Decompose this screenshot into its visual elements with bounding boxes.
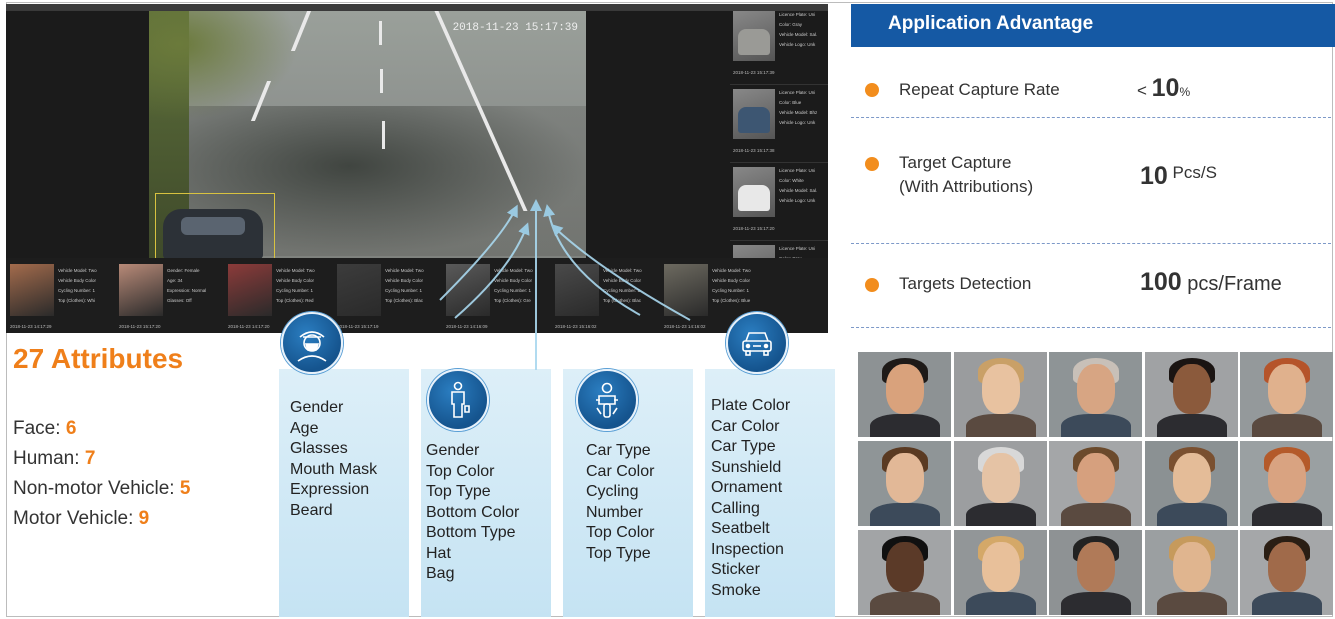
car-front-icon	[726, 312, 788, 374]
target-capture-item[interactable]: Vehicle Model: Two Vehicle Body Color Cycl…	[553, 262, 657, 332]
divider	[851, 327, 1331, 328]
capture-info: Vehicle Model: Two Vehicle Body Color Cycl…	[603, 268, 642, 303]
target-capture-item[interactable]: Vehicle Model: Two Vehicle Body Color Cycl…	[335, 262, 439, 332]
video-monitor: 2018-11-23 15:17:39 Licence Plate: Uni Co…	[6, 4, 828, 333]
vehicle-thumbnail	[733, 167, 775, 217]
advantage-row-repeat-capture: Repeat Capture Rate < 10%	[851, 70, 1331, 115]
capture-time: 2018-11-23 14:16:02	[664, 324, 706, 329]
human-body-icon	[427, 369, 489, 431]
capture-time: 2018-11-23 15:17:20	[119, 324, 161, 329]
attribute-count-motor: Motor Vehicle: 9	[13, 508, 150, 529]
advantage-row-targets-detection: Targets Detection 100 pcs/Frame	[851, 268, 1331, 308]
advantage-title: Application Advantage	[888, 13, 1094, 34]
target-thumbnail	[119, 264, 163, 316]
vehicle-thumbnail	[733, 11, 775, 61]
face-photo	[1144, 530, 1238, 615]
motor-attribute-list: Plate Color Car Color Car Type Sunshield Or…	[711, 397, 791, 599]
face-photo	[1240, 530, 1333, 615]
capture-time: 2018-11-23 15:17:19	[337, 324, 379, 329]
vehicle-capture-item[interactable]: Licence Plate: Uni Color: Blue Vehicle Mod…	[730, 86, 828, 163]
capture-info: Vehicle Model: Two Vehicle Body Color Cycl…	[385, 268, 424, 303]
advantage-label: Target Capture (With Attributions)	[899, 153, 1034, 196]
non-motor-attribute-list: Car Type Car Color Cycling Number Top Color…	[586, 442, 655, 562]
capture-info: Vehicle Model: Two Vehicle Body Color Cycl…	[494, 268, 533, 303]
face-photo	[1049, 352, 1142, 437]
attribute-count-human: Human: 7	[13, 448, 96, 469]
face-photo	[1240, 441, 1333, 526]
attributes-title: 27 Attributes	[13, 343, 184, 374]
human-attribute-list: Gender Top Color Top Type Bottom Color Bott…	[426, 442, 520, 582]
capture-time: 2018-11-23 14:16:09	[446, 324, 488, 329]
bullet-dot	[865, 83, 879, 97]
capture-info: Gender: Female Age: 34 Expression: Normal G…	[167, 268, 207, 303]
capture-info: Licence Plate: UniColor: GrayVehicle Mod…	[779, 12, 818, 47]
motorcycle-rider-icon	[576, 369, 638, 431]
divider	[851, 243, 1331, 244]
face-photo	[953, 352, 1047, 437]
capture-time: 2018-11-23 15:17:39	[733, 70, 775, 75]
detection-box	[155, 193, 275, 258]
target-thumbnail	[10, 264, 54, 316]
face-photo	[953, 441, 1047, 526]
attribute-count-face: Face: 6	[13, 418, 77, 439]
divider	[851, 117, 1331, 118]
face-mask-person-icon	[281, 312, 343, 374]
face-photo-grid	[858, 352, 1335, 617]
target-capture-item[interactable]: Gender: Female Age: 34 Expression: Normal G…	[117, 262, 221, 332]
target-thumbnail	[555, 264, 599, 316]
face-attribute-list: Gender Age Glasses Mouth Mask Expression Bea…	[290, 399, 378, 519]
attribute-count-non-motor: Non-motor Vehicle: 5	[13, 478, 191, 499]
target-thumbnail	[337, 264, 381, 316]
advantage-label: Targets Detection	[899, 274, 1032, 293]
target-capture-item[interactable]: Vehicle Model: Two Vehicle Body Color Cycl…	[444, 262, 548, 332]
advantage-row-target-capture: Target Capture (With Attributions) 10 Pc…	[851, 150, 1331, 210]
live-camera-view[interactable]: 2018-11-23 15:17:39	[149, 11, 586, 258]
capture-time: 2018-11-23 15:17:20	[733, 226, 775, 231]
capture-info: Licence Plate: Uni Color: White Vehicle Mo…	[779, 168, 818, 203]
capture-time: 2018-11-23 15:17:38	[733, 148, 775, 153]
advantage-value: 100 pcs/Frame	[1140, 268, 1282, 296]
video-timestamp: 2018-11-23 15:17:39	[452, 22, 578, 34]
capture-info: Vehicle Model: Two Vehicle Body Color Cycl…	[276, 268, 315, 303]
bullet-dot	[865, 157, 879, 171]
bullet-dot	[865, 278, 879, 292]
advantage-value: 10 Pcs/S	[1140, 162, 1217, 190]
capture-info: Licence Plate: Uni Color: Blue Vehicle Mod…	[779, 90, 818, 125]
capture-time: 2018-11-23 14:17:20	[228, 324, 270, 329]
capture-time: 2018-11-23 15:16:02	[555, 324, 597, 329]
video-topbar	[6, 4, 828, 11]
face-photo	[1049, 441, 1142, 526]
face-photo	[858, 441, 951, 526]
face-photo	[1144, 441, 1238, 526]
face-photo	[1240, 352, 1333, 437]
advantage-value: < 10%	[1137, 74, 1191, 102]
target-capture-item[interactable]: Vehicle Model: Two Vehicle Body Color Cycl…	[8, 262, 112, 332]
face-photo	[858, 352, 951, 437]
bottom-capture-list: Vehicle Model: Two Vehicle Body Color Cycl…	[6, 258, 828, 333]
capture-info: Vehicle Model: Two Vehicle Body Color Cycl…	[58, 268, 97, 303]
advantage-label: Repeat Capture Rate	[899, 80, 1060, 99]
capture-time: 2018-11-23 14:17:29	[10, 324, 52, 329]
side-capture-list: Licence Plate: Uni Color: Gray Vehicle Mod…	[730, 8, 828, 319]
target-thumbnail	[446, 264, 490, 316]
capture-info: Vehicle Model: Two Vehicle Body Color Cycl…	[712, 268, 751, 303]
face-photo	[1049, 530, 1142, 615]
face-photo	[858, 530, 951, 615]
attributes-summary: Face: 6 Human: 7 Non-motor Vehicle: 5 Mo…	[13, 414, 190, 534]
face-photo	[1144, 352, 1238, 437]
vehicle-thumbnail	[733, 89, 775, 139]
vehicle-capture-item[interactable]: Licence Plate: Uni Color: White Vehicle Mo…	[730, 164, 828, 241]
target-thumbnail	[228, 264, 272, 316]
target-thumbnail	[664, 264, 708, 316]
face-photo	[953, 530, 1047, 615]
vehicle-capture-item[interactable]: Licence Plate: UniColor: GrayVehicle Mod…	[730, 8, 828, 85]
advantage-header: Application Advantage	[851, 4, 1335, 47]
